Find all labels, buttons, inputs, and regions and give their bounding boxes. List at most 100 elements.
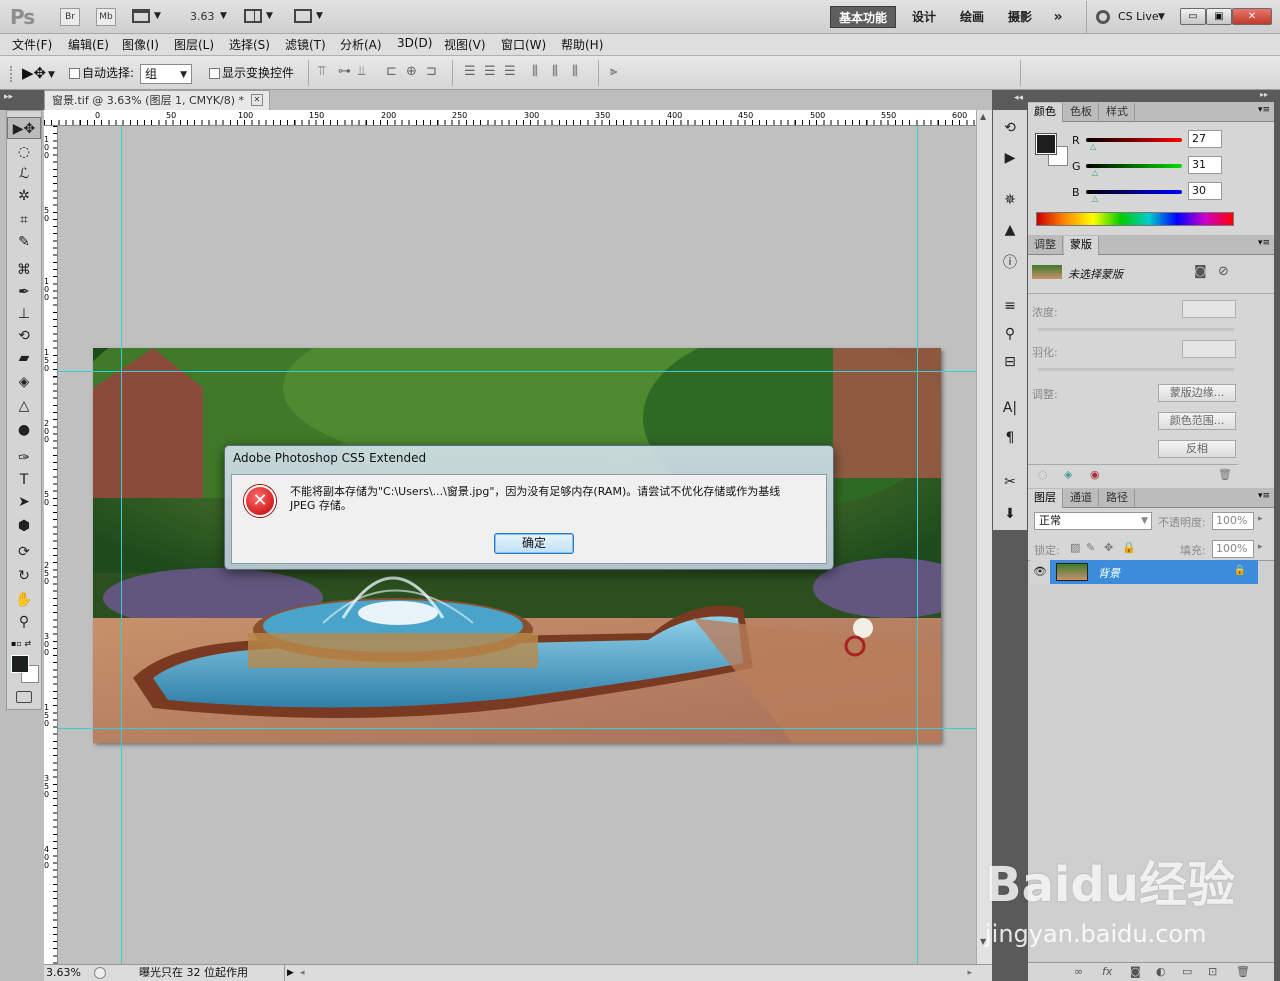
path-selection-tool-icon[interactable]: ➤	[7, 491, 41, 513]
foreground-color-swatch[interactable]	[11, 655, 29, 673]
align-hcenter-icon[interactable]: ⊕	[406, 64, 417, 79]
left-panel-collapse-bar[interactable]: ▸▸	[0, 90, 44, 110]
link-layers-icon[interactable]: ∞	[1074, 965, 1083, 978]
shape-tool-icon[interactable]: ⬢	[7, 515, 41, 537]
green-slider-handle-icon[interactable]: △	[1092, 168, 1098, 177]
apply-mask-icon[interactable]: ◈	[1064, 468, 1072, 481]
quick-mask-icon[interactable]	[16, 691, 32, 703]
auto-select-checkbox[interactable]	[69, 68, 80, 79]
grip-handle[interactable]	[10, 66, 12, 82]
move-tool-preset-icon[interactable]: ▶✥	[22, 64, 46, 82]
vertical-scrollbar[interactable]: ▲ ▼	[976, 110, 992, 964]
collapse-icon[interactable]: ▸▸	[1260, 90, 1268, 99]
scroll-up-icon[interactable]: ▲	[980, 112, 986, 121]
paragraph-panel-icon[interactable]: ¶	[993, 430, 1027, 446]
vector-mask-icon[interactable]: ⊘	[1218, 264, 1229, 279]
layer-row-background[interactable]: 👁 背景 🔒	[1030, 560, 1258, 584]
guide-line[interactable]	[58, 728, 976, 729]
distribute-hcenter-icon[interactable]: ⫼	[552, 64, 558, 79]
layer-comps-panel-icon[interactable]: ⬇	[993, 506, 1027, 522]
dodge-tool-icon[interactable]: ●	[7, 419, 41, 441]
menu-view[interactable]: 视图(V)	[444, 36, 486, 53]
menu-3d[interactable]: 3D(D)	[397, 36, 432, 50]
foreground-color-swatch[interactable]	[1035, 133, 1057, 155]
auto-align-icon[interactable]: ⫸	[610, 64, 617, 79]
tab-masks[interactable]: 蒙版	[1064, 236, 1099, 255]
tab-adjustments[interactable]: 调整	[1028, 236, 1063, 255]
zoom-dropdown-icon[interactable]: ▼	[220, 11, 227, 21]
blue-slider[interactable]	[1086, 190, 1182, 194]
3d-panel-icon[interactable]: ✂	[993, 474, 1027, 490]
character-panel-icon[interactable]: A|	[993, 400, 1027, 416]
mini-bridge-button[interactable]: Mb	[96, 8, 116, 26]
blend-mode-dropdown[interactable]: 正常 ▼	[1034, 512, 1152, 530]
zoom-tool-icon[interactable]: ⚲	[7, 611, 41, 633]
guide-line[interactable]	[58, 371, 976, 372]
info-panel-icon[interactable]: ⓘ	[993, 252, 1027, 272]
opacity-slider-arrow-icon[interactable]: ▸	[1258, 514, 1263, 524]
menu-analysis[interactable]: 分析(A)	[340, 36, 382, 53]
new-group-icon[interactable]: ▭	[1182, 965, 1192, 978]
workspace-photography[interactable]: 摄影	[998, 6, 1042, 28]
eyedropper-tool-icon[interactable]: ✎	[7, 231, 41, 253]
guide-line[interactable]	[917, 126, 918, 964]
menu-image[interactable]: 图像(I)	[122, 36, 159, 53]
align-right-icon[interactable]: ⊐	[426, 64, 437, 79]
menu-help[interactable]: 帮助(H)	[561, 36, 603, 53]
lock-position-icon[interactable]: ✥	[1104, 541, 1113, 554]
paint-bucket-tool-icon[interactable]: ◈	[7, 371, 41, 393]
tab-color[interactable]: 颜色	[1028, 103, 1063, 122]
quick-selection-tool-icon[interactable]: ✲	[7, 185, 41, 207]
collapse-icon[interactable]: ◂◂	[1014, 93, 1023, 103]
histogram-panel-icon[interactable]: ▲	[993, 222, 1027, 238]
color-spectrum-bar[interactable]	[1036, 212, 1234, 226]
dropdown-arrow-icon[interactable]: ▼	[48, 70, 55, 80]
panel-menu-icon[interactable]: ▾≡	[1258, 105, 1270, 115]
eraser-tool-icon[interactable]: ▰	[7, 347, 41, 369]
density-slider[interactable]	[1038, 328, 1234, 331]
default-colors-icon[interactable]: ▪▫ ⇄	[11, 639, 31, 648]
auto-select-dropdown[interactable]: 组 ▼	[140, 64, 192, 84]
menu-filter[interactable]: 滤镜(T)	[285, 36, 326, 53]
fill-value[interactable]: 100%	[1212, 540, 1254, 558]
workspace-more-icon[interactable]: »	[1046, 6, 1070, 28]
menu-window[interactable]: 窗口(W)	[501, 36, 546, 53]
lock-transparency-icon[interactable]: ▨	[1070, 541, 1080, 554]
view-extras-menu[interactable]: ▼	[132, 9, 164, 25]
color-range-button[interactable]: 颜色范围...	[1158, 412, 1236, 430]
status-zoom[interactable]: 3.63%	[46, 965, 81, 981]
pixel-mask-icon[interactable]: ◙	[1194, 264, 1207, 279]
feather-field[interactable]	[1182, 340, 1236, 358]
close-window-button[interactable]: ✕	[1232, 8, 1272, 25]
history-brush-tool-icon[interactable]: ⟲	[7, 325, 41, 347]
marquee-tool-icon[interactable]: ◌	[7, 141, 41, 163]
distribute-vcenter-icon[interactable]: ☰	[484, 64, 496, 79]
layer-name[interactable]: 背景	[1098, 565, 1120, 581]
blur-tool-icon[interactable]: △	[7, 395, 41, 417]
mask-edge-button[interactable]: 蒙版边缘...	[1158, 384, 1236, 402]
blue-value[interactable]: 30	[1188, 182, 1222, 200]
visibility-eye-icon[interactable]: 👁	[1030, 560, 1050, 584]
blue-slider-handle-icon[interactable]: △	[1092, 194, 1098, 203]
delete-layer-icon[interactable]: 🗑	[1236, 965, 1250, 978]
status-menu-arrow-icon[interactable]: ▶	[284, 965, 296, 981]
screen-mode-menu[interactable]: ▼	[294, 9, 326, 25]
red-slider-handle-icon[interactable]: △	[1090, 142, 1096, 151]
tab-channels[interactable]: 通道	[1064, 489, 1099, 508]
scroll-left-icon[interactable]: ◂	[300, 965, 305, 981]
align-vcenter-icon[interactable]: ⊶	[338, 64, 351, 79]
density-field[interactable]	[1182, 300, 1236, 318]
green-value[interactable]: 31	[1188, 156, 1222, 174]
workspace-painting[interactable]: 绘画	[950, 6, 994, 28]
fill-slider-arrow-icon[interactable]: ▸	[1258, 542, 1263, 552]
tab-styles[interactable]: 样式	[1100, 103, 1135, 122]
tab-layers[interactable]: 图层	[1028, 489, 1063, 508]
new-layer-icon[interactable]: ⊡	[1208, 965, 1217, 978]
scroll-right-icon[interactable]: ▸	[967, 965, 972, 981]
hand-tool-icon[interactable]: ✋	[7, 589, 41, 611]
delete-mask-icon[interactable]: 🗑	[1218, 468, 1232, 481]
green-slider[interactable]	[1086, 164, 1182, 168]
menu-file[interactable]: 文件(F)	[12, 36, 52, 53]
tab-swatches[interactable]: 色板	[1064, 103, 1099, 122]
pen-tool-icon[interactable]: ✑	[7, 447, 41, 469]
